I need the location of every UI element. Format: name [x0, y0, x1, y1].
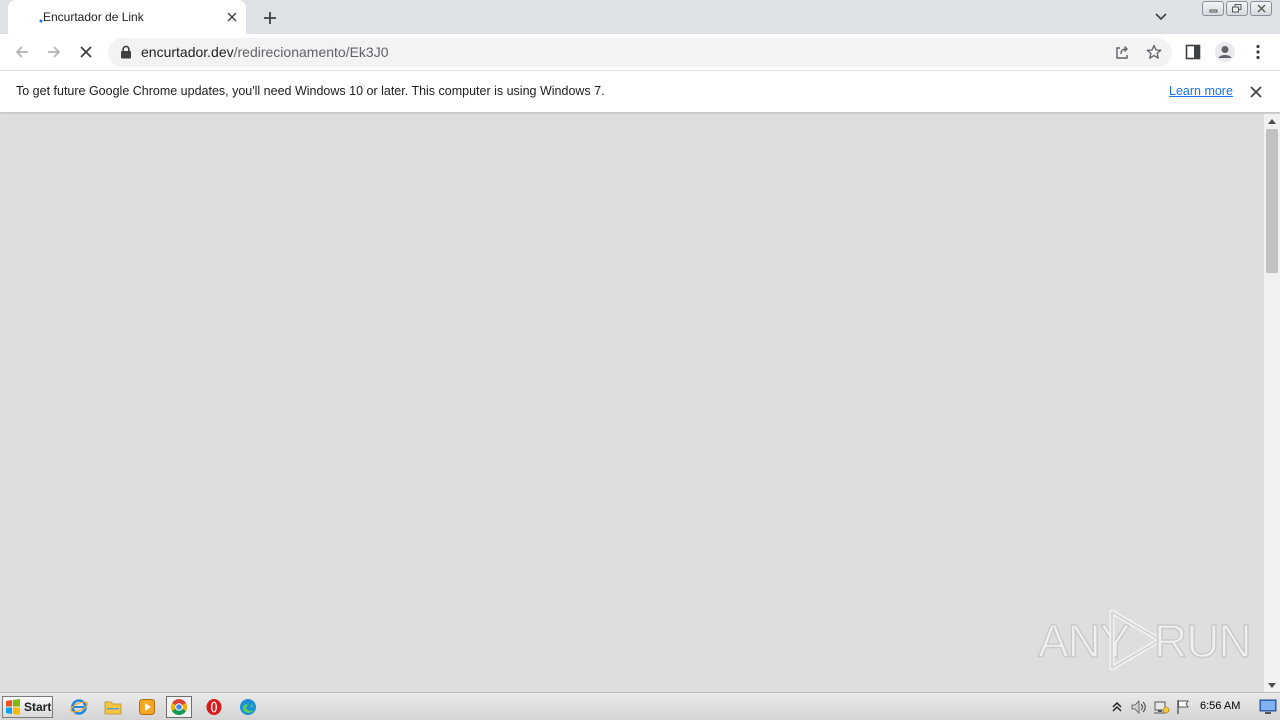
tray-expand-icon[interactable] [1106, 696, 1128, 718]
url-text: encurtador.dev/redirecionamento/Ek3J0 [141, 44, 389, 60]
tab-active[interactable]: Encurtador de Link [8, 0, 246, 34]
chrome-icon [171, 699, 187, 715]
show-desktop-icon[interactable] [1259, 697, 1277, 715]
new-tab-button[interactable] [258, 6, 282, 30]
share-icon[interactable] [1112, 42, 1132, 62]
tab-strip: Encurtador de Link [0, 0, 1280, 34]
scroll-up-arrow-icon[interactable] [1264, 114, 1280, 128]
start-button[interactable]: Start [2, 696, 53, 718]
taskbar-media-player[interactable] [134, 696, 160, 718]
side-panel-button[interactable] [1181, 40, 1205, 64]
internet-explorer-icon [70, 699, 88, 715]
minimize-icon [1209, 9, 1217, 12]
url-domain: encurtador.dev [141, 44, 234, 60]
taskbar-chrome[interactable] [166, 696, 192, 718]
taskbar-clock[interactable]: 6:56 AM [1200, 700, 1240, 712]
watermark-text-right: RUN [1153, 614, 1252, 667]
update-infobar: To get future Google Chrome updates, you… [0, 71, 1280, 113]
browser-toolbar: encurtador.dev/redirecionamento/Ek3J0 [0, 34, 1280, 71]
windows-logo-icon [6, 699, 20, 715]
back-button[interactable] [10, 40, 34, 64]
bookmark-star-icon[interactable] [1144, 42, 1164, 62]
scroll-down-arrow-icon[interactable] [1264, 678, 1280, 692]
infobar-message: To get future Google Chrome updates, you… [16, 84, 605, 98]
kebab-menu-icon [1256, 44, 1260, 60]
tab-search-button[interactable] [1150, 6, 1172, 28]
volume-icon[interactable] [1128, 696, 1150, 718]
edge-icon [240, 699, 256, 715]
start-label: Start [24, 700, 52, 714]
taskbar-file-explorer[interactable] [100, 696, 126, 718]
action-center-flag-icon[interactable] [1172, 696, 1194, 718]
window-controls [1202, 1, 1272, 16]
anyrun-watermark: ANY RUN [1036, 606, 1252, 674]
close-tab-icon[interactable] [224, 9, 240, 25]
taskbar-edge[interactable] [235, 696, 261, 718]
windows-taskbar: Start 6:56 AM [0, 692, 1280, 720]
menu-button[interactable] [1246, 40, 1270, 64]
plus-icon [264, 12, 276, 24]
url-path: /redirecionamento/Ek3J0 [233, 44, 389, 60]
tab-title: Encurtador de Link [43, 10, 144, 24]
scrollbar-thumb[interactable] [1266, 129, 1278, 273]
media-player-icon [139, 699, 155, 715]
close-icon [80, 46, 92, 58]
file-explorer-icon [104, 701, 122, 715]
lock-icon[interactable] [120, 45, 132, 59]
minimize-button[interactable] [1202, 1, 1224, 16]
system-tray [1106, 695, 1194, 719]
side-panel-icon [1185, 44, 1201, 60]
opera-icon [206, 699, 222, 715]
arrow-left-icon [15, 46, 28, 58]
restore-button[interactable] [1226, 1, 1248, 16]
restore-icon [1232, 4, 1242, 13]
close-icon [1257, 4, 1265, 13]
avatar-icon [1215, 42, 1235, 62]
profile-button[interactable] [1213, 40, 1237, 64]
vertical-scrollbar[interactable] [1264, 114, 1280, 692]
learn-more-link[interactable]: Learn more [1169, 84, 1233, 98]
close-window-button[interactable] [1250, 1, 1272, 16]
address-bar[interactable]: encurtador.dev/redirecionamento/Ek3J0 [108, 38, 1172, 67]
arrow-right-icon [48, 46, 61, 58]
chevron-down-icon [1155, 13, 1167, 21]
network-icon[interactable] [1150, 696, 1172, 718]
stop-loading-button[interactable] [74, 40, 98, 64]
taskbar-internet-explorer[interactable] [66, 696, 92, 718]
forward-button[interactable] [42, 40, 66, 64]
taskbar-opera[interactable] [201, 696, 227, 718]
close-infobar-icon[interactable] [1247, 83, 1265, 101]
